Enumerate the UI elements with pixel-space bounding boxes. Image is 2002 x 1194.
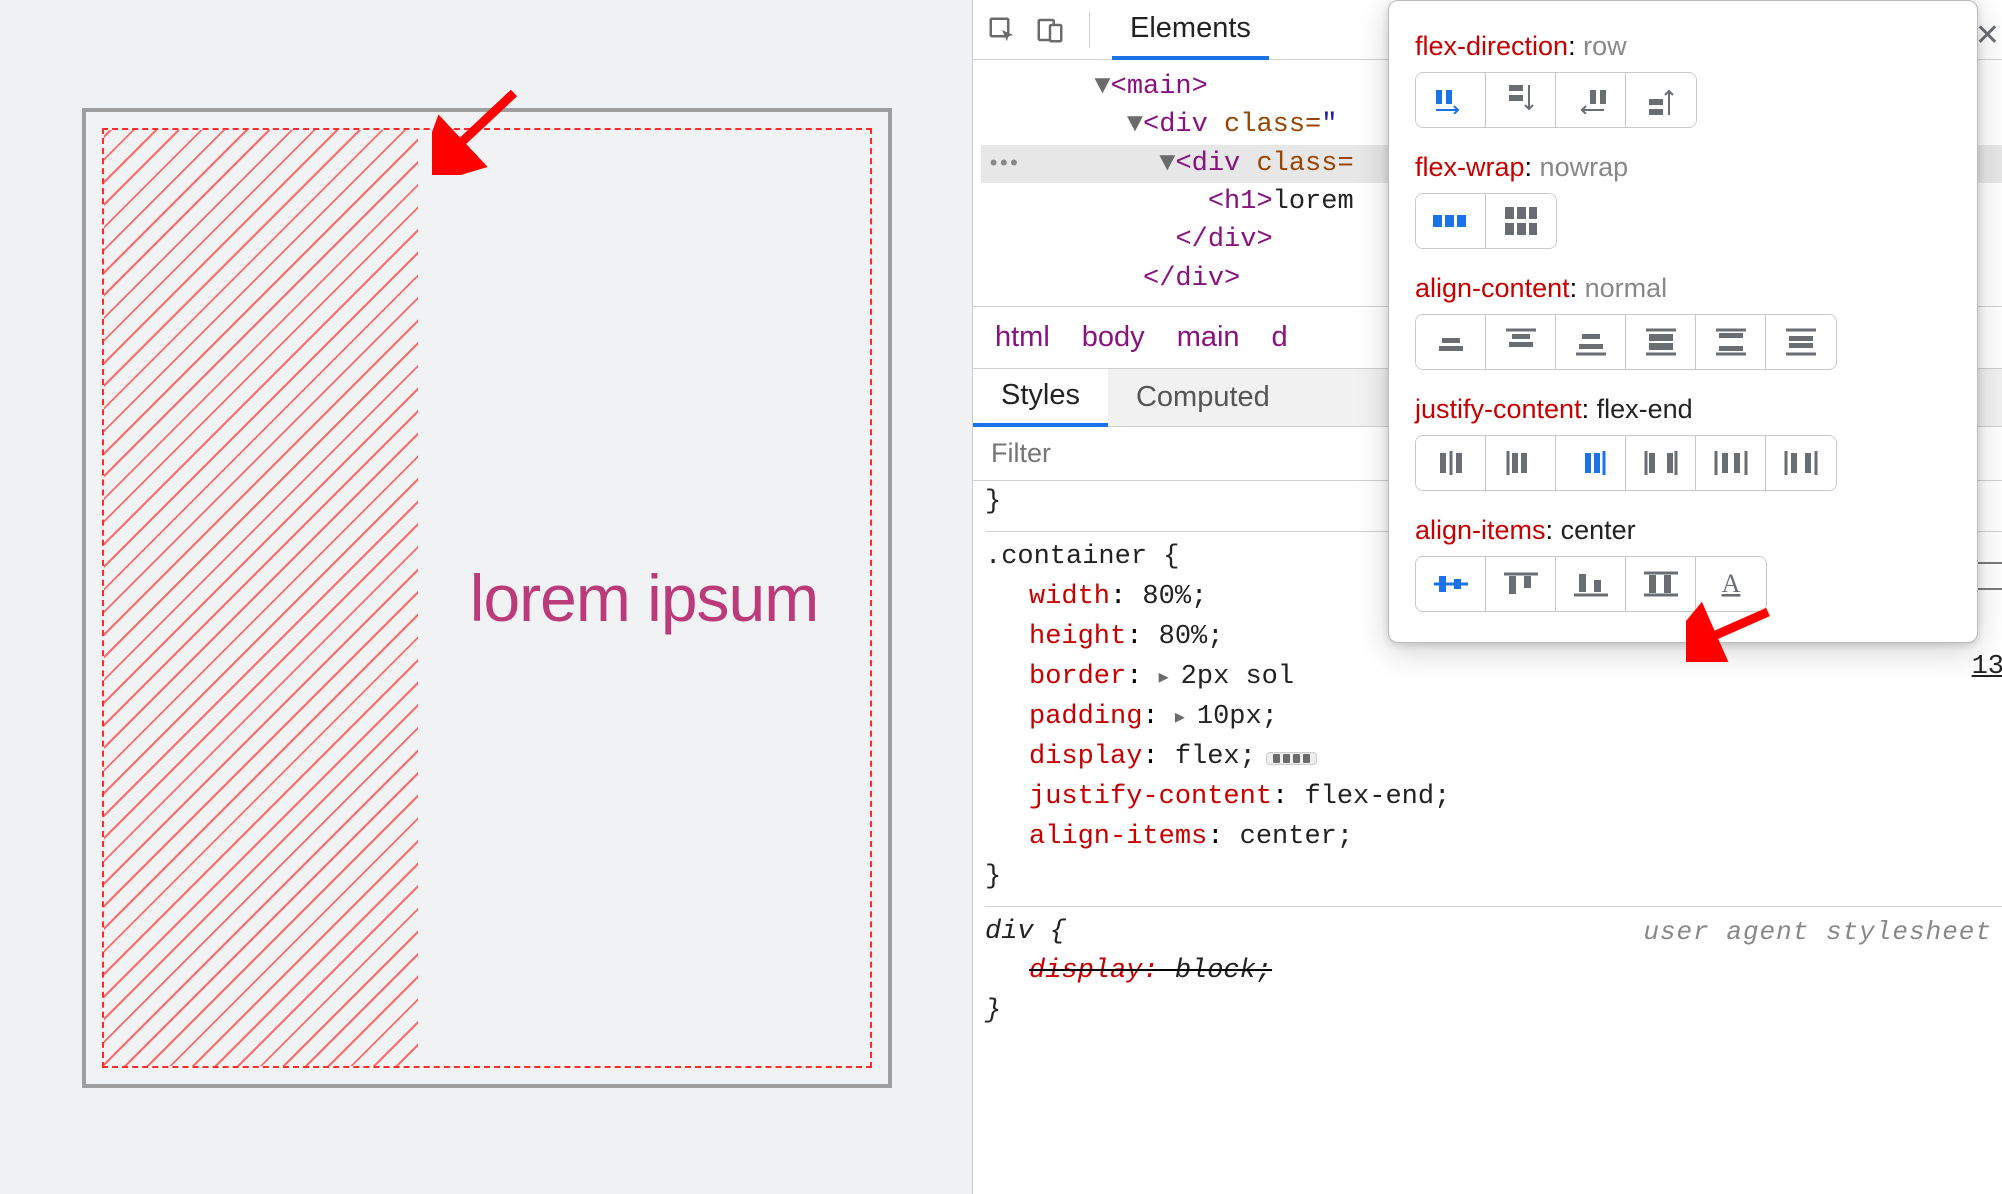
tab-elements[interactable]: Elements — [1112, 0, 1269, 60]
popover-label: justify-content: flex-end — [1415, 394, 1951, 425]
css-decl-display[interactable]: display: flex; — [985, 738, 2002, 778]
css-decl-border[interactable]: border: ▸ 2px sol — [985, 658, 2002, 698]
popover-label: flex-wrap: nowrap — [1415, 152, 1951, 183]
css-decl-align-items[interactable]: align-items: center; — [985, 818, 2002, 858]
popover-options-justify-content — [1415, 435, 1837, 491]
dom-main[interactable]: <main> — [1111, 72, 1208, 102]
justify-content-option-5[interactable] — [1766, 436, 1836, 490]
flex-direction-option-3[interactable] — [1626, 73, 1696, 127]
popover-label: flex-direction: row — [1415, 31, 1951, 62]
breadcrumb-html[interactable]: html — [995, 321, 1050, 354]
align-content-option-5[interactable] — [1766, 315, 1836, 369]
flex-item: lorem ipsum — [418, 130, 870, 1066]
toolbar-divider — [1089, 12, 1090, 48]
annotation-arrow-top — [432, 85, 522, 175]
dom-div1[interactable]: <div — [1143, 110, 1224, 140]
page-preview: lorem ipsum — [0, 0, 972, 1194]
breadcrumb-div[interactable]: d — [1272, 321, 1288, 354]
align-items-option-2[interactable] — [1556, 557, 1626, 611]
flex-empty-space-overlay — [104, 130, 418, 1066]
flexbox-editor-popover: flex-direction: row flex-wrap: nowrap alig… — [1388, 0, 1978, 643]
tab-computed[interactable]: Computed — [1108, 369, 1298, 426]
popover-row-flex-wrap: flex-wrap: nowrap — [1415, 152, 1951, 249]
source-link[interactable]: 13 — [1972, 652, 2002, 682]
ua-stylesheet-label: user agent stylesheet — [1643, 913, 2002, 951]
justify-content-option-2[interactable] — [1556, 436, 1626, 490]
flexbox-editor-icon[interactable] — [1266, 752, 1317, 765]
devtools-panel: ✕ Elements ▼<main> ▼<div class=" ▼<div c… — [972, 0, 2002, 1194]
justify-content-option-3[interactable] — [1626, 436, 1696, 490]
popover-options-flex-direction — [1415, 72, 1697, 128]
tab-styles[interactable]: Styles — [973, 369, 1108, 427]
popover-options-align-content — [1415, 314, 1837, 370]
breadcrumb-main[interactable]: main — [1177, 321, 1240, 354]
dom-h1[interactable]: <h1> — [1208, 187, 1273, 217]
align-content-option-3[interactable] — [1626, 315, 1696, 369]
inspect-icon[interactable] — [985, 13, 1019, 47]
align-items-option-1[interactable] — [1486, 557, 1556, 611]
flex-wrap-option-1[interactable] — [1486, 194, 1556, 248]
popover-label: align-content: normal — [1415, 273, 1951, 304]
css-decl-display[interactable]: display: — [1029, 956, 1159, 986]
rule-div[interactable]: div { — [985, 917, 1066, 947]
align-content-option-0[interactable] — [1416, 315, 1486, 369]
justify-content-option-0[interactable] — [1416, 436, 1486, 490]
device-toggle-icon[interactable] — [1033, 13, 1067, 47]
flex-direction-option-2[interactable] — [1556, 73, 1626, 127]
popover-row-align-content: align-content: normal — [1415, 273, 1951, 370]
flex-wrap-option-0[interactable] — [1416, 194, 1486, 248]
preview-h1: lorem ipsum — [470, 560, 818, 636]
align-content-option-4[interactable] — [1696, 315, 1766, 369]
justify-content-option-4[interactable] — [1696, 436, 1766, 490]
justify-content-option-1[interactable] — [1486, 436, 1556, 490]
popover-label: align-items: center — [1415, 515, 1951, 546]
popover-row-align-items: align-items: center A — [1415, 515, 1951, 612]
css-decl-justify-content[interactable]: justify-content: flex-end; — [985, 778, 2002, 818]
align-content-option-2[interactable] — [1556, 315, 1626, 369]
preview-inner: lorem ipsum — [102, 128, 872, 1068]
align-items-option-0[interactable] — [1416, 557, 1486, 611]
element-state-toggle[interactable] — [1976, 562, 2002, 590]
breadcrumb-body[interactable]: body — [1082, 321, 1145, 354]
css-decl-padding[interactable]: padding: ▸ 10px; — [985, 698, 2002, 738]
popover-row-flex-direction: flex-direction: row — [1415, 31, 1951, 128]
align-content-option-1[interactable] — [1486, 315, 1556, 369]
close-icon[interactable]: ✕ — [1975, 18, 2000, 53]
svg-text:A: A — [1722, 570, 1741, 598]
flex-direction-option-1[interactable] — [1486, 73, 1556, 127]
annotation-arrow-popover — [1686, 602, 1776, 662]
preview-container: lorem ipsum — [82, 108, 892, 1088]
flex-direction-option-0[interactable] — [1416, 73, 1486, 127]
popover-options-flex-wrap — [1415, 193, 1557, 249]
popover-row-justify-content: justify-content: flex-end — [1415, 394, 1951, 491]
